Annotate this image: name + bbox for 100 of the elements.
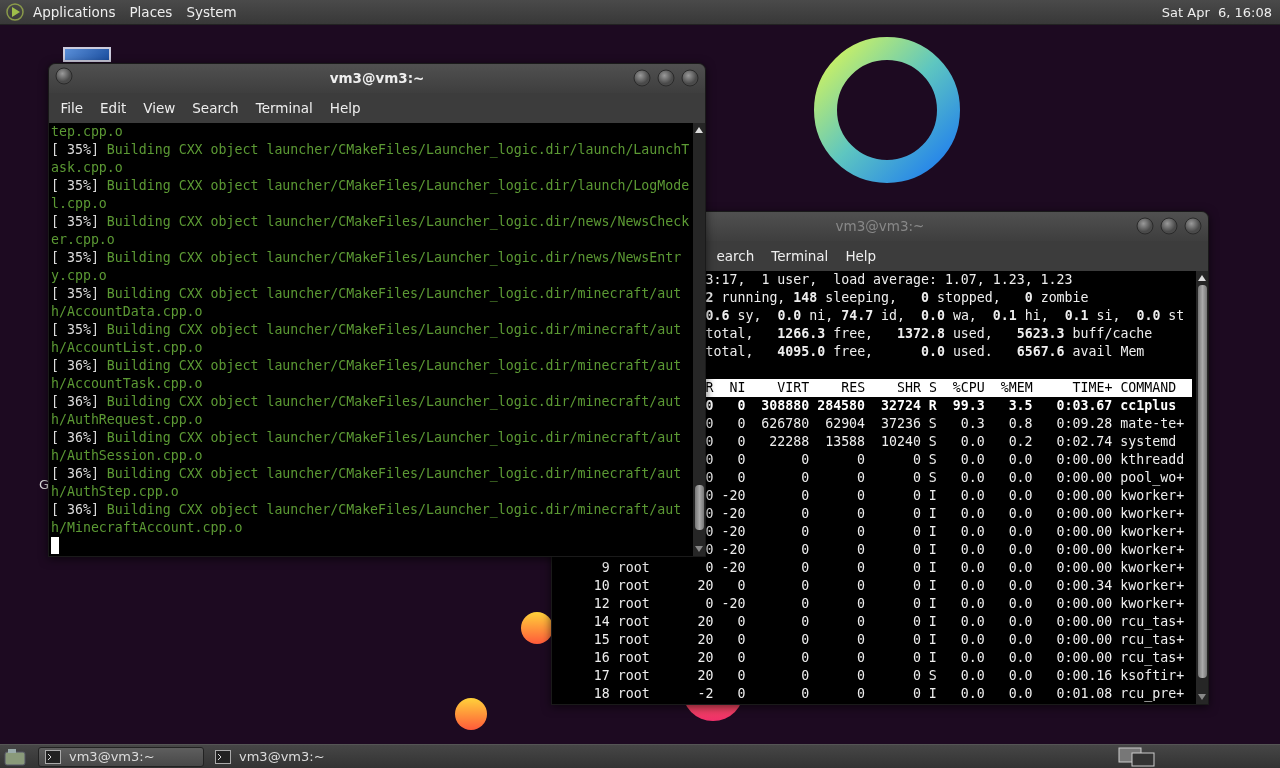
- table-cell: 0:00.00: [1056, 594, 1113, 613]
- table-cell: 0.0: [1008, 684, 1033, 703]
- window-title: vm3@vm3:~: [835, 218, 925, 235]
- table-cell: root: [617, 612, 650, 631]
- scrollbar[interactable]: [693, 122, 705, 556]
- table-cell: pool_wo+: [1120, 468, 1185, 487]
- table-cell: 0: [737, 684, 746, 703]
- table-cell: 0: [912, 630, 921, 649]
- terminal-line: 2 running, 148 sleeping, 0 stopped, 0 zombie: [705, 288, 1089, 307]
- clock[interactable]: Sat Apr 6, 16:08: [1161, 4, 1272, 20]
- table-cell: 0.0: [960, 540, 985, 559]
- table-cell: 0: [912, 684, 921, 703]
- taskbar-button[interactable]: vm3@vm3:~: [38, 746, 204, 767]
- workspace-switcher-icon[interactable]: [1118, 746, 1156, 767]
- table-cell: 308880: [761, 396, 810, 415]
- table-cell: 0:03.67: [1056, 396, 1113, 415]
- table-cell: I: [928, 630, 937, 649]
- table-cell: 0.0: [960, 648, 985, 667]
- table-cell: 0.0: [1008, 486, 1033, 505]
- panel-menu[interactable]: Applications: [26, 4, 123, 20]
- close-button[interactable]: [1184, 217, 1202, 236]
- table-cell: 0: [801, 630, 810, 649]
- table-cell: 0: [857, 522, 866, 541]
- menu-item[interactable]: Search: [183, 99, 248, 116]
- table-cell: -20: [721, 504, 746, 523]
- taskbar-button[interactable]: vm3@vm3:~: [208, 746, 374, 767]
- table-cell: 62904: [825, 414, 866, 433]
- scrollbar[interactable]: [1196, 270, 1208, 704]
- table-cell: root: [617, 558, 650, 577]
- table-cell: 0.0: [960, 468, 985, 487]
- table-cell: 0: [737, 450, 746, 469]
- table-cell: 0: [801, 450, 810, 469]
- scroll-down-icon[interactable]: [694, 545, 704, 553]
- table-cell: root: [617, 648, 650, 667]
- menu-item[interactable]: Terminal: [247, 99, 322, 116]
- table-cell: rcu_tas+: [1120, 612, 1185, 631]
- table-cell: kworker+: [1120, 486, 1185, 505]
- panel-menu[interactable]: Places: [122, 4, 180, 20]
- menu-item[interactable]: earch: [708, 247, 763, 264]
- table-cell: I: [928, 558, 937, 577]
- table-cell: 37236: [881, 414, 921, 433]
- table-cell: systemd: [1120, 432, 1177, 451]
- desktop-icon-label[interactable]: G: [39, 477, 50, 492]
- table-cell: kthreadd: [1120, 450, 1185, 469]
- scroll-up-icon[interactable]: [1197, 273, 1207, 282]
- table-cell: 0: [705, 450, 714, 469]
- table-cell: 0: [801, 684, 810, 703]
- scroll-thumb[interactable]: [1197, 284, 1207, 678]
- minimize-button[interactable]: [1136, 217, 1154, 236]
- maximize-button[interactable]: [657, 69, 675, 88]
- maximize-button[interactable]: [1160, 217, 1178, 236]
- table-cell: 10240: [881, 432, 921, 451]
- table-cell: 0.0: [960, 594, 985, 613]
- table-cell: 20: [697, 630, 714, 649]
- table-cell: 0: [705, 522, 714, 541]
- show-desktop-icon[interactable]: [2, 747, 28, 766]
- table-cell: 0: [857, 666, 866, 685]
- table-cell: -20: [721, 522, 746, 541]
- terminal-line: [ 36%] Building CXX object launcher/CMakeFiles/Launcher_logic.dir/minecraft/auth/MinecraftAccount.cpp.o: [51, 500, 683, 537]
- menu-item[interactable]: Help: [321, 99, 370, 116]
- table-cell: 0:00.00: [1056, 504, 1113, 523]
- table-cell: -20: [721, 594, 746, 613]
- menu-item[interactable]: Terminal: [762, 247, 837, 264]
- terminal-line: tep.cpp.o: [51, 122, 124, 141]
- table-cell: 0: [857, 612, 866, 631]
- menu-item[interactable]: File: [52, 99, 92, 116]
- table-cell: 0: [912, 648, 921, 667]
- scroll-up-icon[interactable]: [694, 125, 704, 134]
- table-cell: 0.0: [960, 450, 985, 469]
- table-cell: 0:00.00: [1056, 612, 1113, 631]
- window-menu-button[interactable]: [55, 67, 73, 86]
- menu-item[interactable]: Help: [836, 247, 885, 264]
- table-cell: 0: [857, 594, 866, 613]
- table-cell: root: [617, 666, 650, 685]
- table-cell: 0.0: [1008, 450, 1033, 469]
- table-cell: 0.0: [960, 576, 985, 595]
- table-cell: 0: [737, 630, 746, 649]
- table-cell: 0: [737, 666, 746, 685]
- panel-menu[interactable]: System: [179, 4, 244, 20]
- table-cell: 0: [801, 576, 810, 595]
- table-cell: 0: [801, 666, 810, 685]
- table-cell: 0:00.00: [1056, 468, 1113, 487]
- terminal-icon: [215, 749, 231, 764]
- menu-item[interactable]: View: [134, 99, 184, 116]
- play-icon[interactable]: [4, 2, 26, 22]
- close-button[interactable]: [681, 69, 699, 88]
- table-cell: S: [928, 468, 937, 487]
- scroll-down-icon[interactable]: [1197, 693, 1207, 701]
- table-cell: rcu_tas+: [1120, 648, 1185, 667]
- table-cell: 0: [857, 648, 866, 667]
- table-cell: 0: [705, 468, 714, 487]
- monitor-icon[interactable]: [63, 47, 111, 62]
- table-cell: 0:00.34: [1056, 576, 1113, 595]
- scroll-thumb[interactable]: [694, 485, 704, 530]
- table-cell: S: [928, 450, 937, 469]
- minimize-button[interactable]: [633, 69, 651, 88]
- table-cell: 20: [697, 648, 714, 667]
- menu-item[interactable]: Edit: [91, 99, 135, 116]
- table-cell: I: [928, 612, 937, 631]
- table-cell: 0: [705, 504, 714, 523]
